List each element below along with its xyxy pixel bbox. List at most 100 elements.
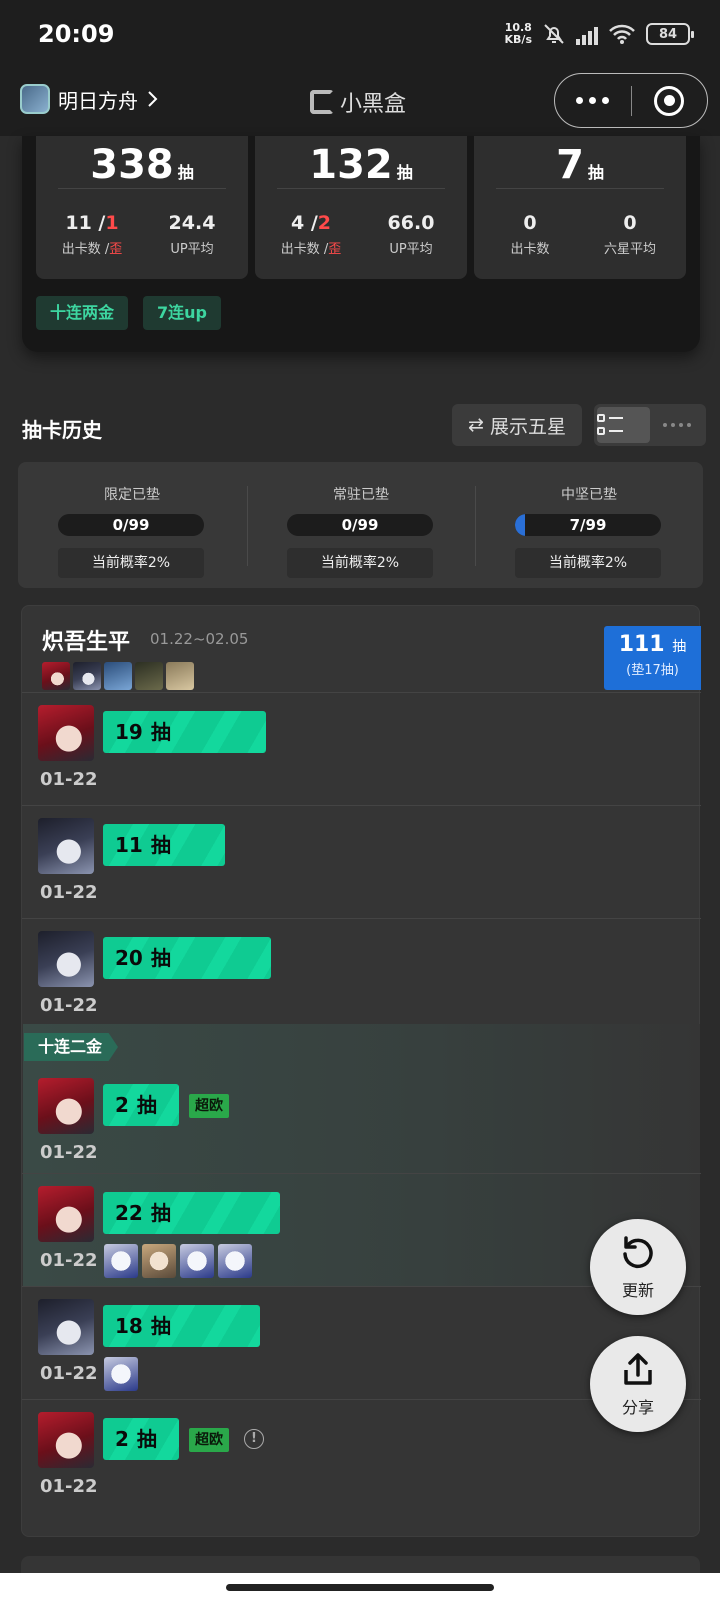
share-label: 分享	[621, 1398, 654, 1417]
page: 20:09 10.8 KB/s 84 明日方舟 小黑盒 338 抽 11 /1 …	[0, 0, 720, 1601]
xiaoheihe-logo-icon	[310, 90, 334, 114]
pity-rate: 当前概率2%	[58, 548, 204, 578]
refresh-icon	[623, 1236, 653, 1269]
operator-avatar	[38, 818, 94, 874]
mute-bell-icon	[544, 24, 564, 44]
home-indicator[interactable]	[226, 1584, 494, 1591]
operator-avatar	[38, 1412, 94, 1468]
pity-progress-bar: 0/99	[287, 514, 433, 536]
lucky-badge: 超欧	[189, 1428, 229, 1452]
pull-count-bar: 19 抽	[103, 711, 266, 753]
pity-label: 中坚已垫	[561, 487, 617, 503]
pull-count-bar: 22 抽	[103, 1192, 280, 1234]
five-star-avatar	[104, 1244, 138, 1278]
history-title: 抽卡历史	[22, 418, 102, 442]
pity-label: 常驻已垫	[333, 487, 389, 503]
game-name: 明日方舟	[58, 88, 138, 113]
operator-avatar	[38, 931, 94, 987]
info-icon[interactable]: !	[244, 1429, 264, 1449]
game-avatar	[20, 84, 50, 114]
view-toggle	[594, 404, 706, 446]
more-menu-icon[interactable]	[555, 97, 631, 104]
app-title: 小黑盒	[310, 86, 406, 118]
grid-view-button[interactable]	[650, 407, 703, 443]
chevron-right-icon	[148, 91, 158, 107]
pull-date: 01-22	[40, 1142, 98, 1163]
app-title-text: 小黑盒	[340, 92, 407, 117]
stat-average: 0 六星平均	[603, 212, 656, 257]
share-icon	[624, 1353, 652, 1385]
pity-standard: 常驻已垫 0/99 当前概率2%	[247, 462, 475, 588]
ten-pull-group-tag: 十连二金	[24, 1033, 118, 1061]
net-speed-unit: KB/s	[504, 33, 532, 46]
stat-total: 7抽	[556, 142, 604, 188]
list-view-button[interactable]	[597, 407, 650, 443]
show-five-star-button[interactable]: ⇄ 展示五星	[452, 404, 582, 446]
status-icons: 10.8 KB/s 84	[505, 22, 694, 46]
list-view-icon	[597, 413, 650, 437]
grid-view-icon	[650, 413, 703, 437]
pity-rate: 当前概率2%	[515, 548, 661, 578]
show-five-star-label: 展示五星	[489, 415, 566, 438]
pull-date: 01-22	[40, 882, 98, 903]
banner-date-range: 01.22~02.05	[150, 630, 249, 648]
pull-date: 01-22	[40, 1363, 98, 1384]
pull-count-bar: 2抽	[103, 1418, 179, 1460]
stat-total: 338 抽	[90, 142, 194, 188]
five-star-avatar	[142, 1244, 176, 1278]
stat-cards-out: 0 出卡数	[510, 212, 550, 257]
share-button[interactable]: 分享	[590, 1336, 686, 1432]
pity-limited: 限定已垫 0/99 当前概率2%	[18, 462, 246, 588]
pity-progress-bar: 0/99	[58, 514, 204, 536]
operator-avatar	[38, 1186, 94, 1242]
wifi-icon	[609, 24, 635, 44]
pull-date: 01-22	[40, 769, 98, 790]
banner-name: 炽吾生平	[42, 630, 131, 655]
battery-icon: 84	[646, 23, 694, 45]
target-icon	[654, 85, 685, 116]
pull-date: 01-22	[40, 995, 98, 1016]
stats-card: 338 抽 11 /1 出卡数 /歪 24.4 UP平均 132 抽 4 /2 出卡…	[22, 136, 700, 352]
stat-box-standard: 132 抽 4 /2 出卡数 /歪 66.0 UP平均	[255, 136, 467, 279]
achievement-tag: 7连up	[143, 296, 221, 330]
operator-avatar	[166, 662, 194, 690]
banner-total-badge: 111 抽 (垫17抽)	[604, 626, 701, 690]
stat-average: 66.0 UP平均	[387, 212, 435, 257]
operator-avatar	[104, 662, 132, 690]
five-star-avatars	[104, 1357, 138, 1391]
banner-operator-avatars	[42, 662, 194, 690]
five-star-avatar	[104, 1357, 138, 1391]
pull-count-bar: 20 抽	[103, 937, 271, 979]
operator-avatar	[38, 1078, 94, 1134]
pull-row[interactable]: 01-22 2抽 超欧	[22, 1066, 701, 1179]
pull-row[interactable]: 01-22 11 抽	[22, 805, 701, 918]
miniprogram-capsule	[554, 73, 708, 128]
pull-date: 01-22	[40, 1476, 98, 1497]
pull-row[interactable]: 01-22 20 抽	[22, 918, 701, 1031]
operator-avatar	[135, 662, 163, 690]
five-star-avatars	[104, 1244, 252, 1278]
close-miniprogram-button[interactable]	[632, 85, 708, 116]
pity-label: 限定已垫	[104, 487, 160, 503]
stat-average: 24.4 UP平均	[168, 212, 216, 257]
pity-rate: 当前概率2%	[287, 548, 433, 578]
operator-avatar	[73, 662, 101, 690]
stat-cards-out: 4 /2 出卡数 /歪	[280, 212, 342, 257]
refresh-button[interactable]: 更新	[590, 1219, 686, 1315]
pull-row[interactable]: 01-22 19 抽	[22, 692, 701, 805]
stat-box-core: 7抽 0 出卡数 0 六星平均	[474, 136, 686, 279]
stat-box-limited: 338 抽 11 /1 出卡数 /歪 24.4 UP平均	[36, 136, 248, 279]
net-speed: 10.8 KB/s	[505, 22, 532, 46]
stat-cards-out: 11 /1 出卡数 /歪	[61, 212, 123, 257]
lucky-badge: 超欧	[189, 1094, 229, 1118]
refresh-label: 更新	[621, 1281, 654, 1300]
swap-icon: ⇄	[468, 414, 484, 436]
operator-avatar	[38, 1299, 94, 1355]
nav-bar: 明日方舟 小黑盒	[0, 70, 720, 136]
signal-icon	[576, 23, 598, 45]
operator-avatar	[42, 662, 70, 690]
status-bar: 20:09 10.8 KB/s 84	[0, 0, 720, 70]
pity-progress-bar: 7/99	[515, 514, 661, 536]
pull-count-bar: 18 抽	[103, 1305, 260, 1347]
game-switch-link[interactable]: 明日方舟	[20, 84, 158, 114]
